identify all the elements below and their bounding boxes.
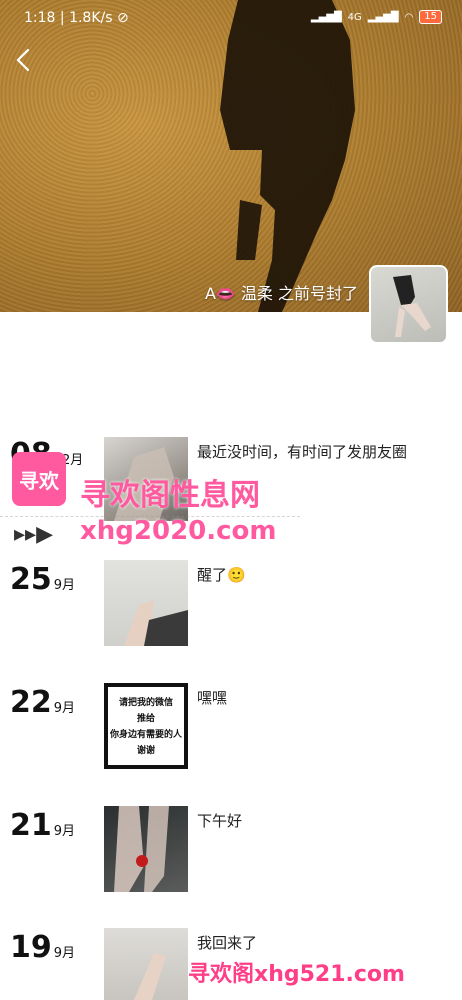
post-day: 19 xyxy=(10,930,52,965)
post-text: 最近没时间，有时间了发朋友圈 xyxy=(197,443,408,461)
post-month: 9月 xyxy=(53,578,76,593)
post-thumbnail[interactable] xyxy=(104,806,188,892)
watermark-arrow-icon: ▸▸▶ xyxy=(14,522,54,547)
watermark-site-title: 寻欢阁性息网 xyxy=(80,478,260,513)
profile-nickname: A👄 温柔 之前号封了 xyxy=(204,284,358,303)
post-thumbnail[interactable] xyxy=(104,928,188,1000)
post-day: 21 xyxy=(10,808,52,843)
watermark-bottom: 寻欢阁xhg521.com xyxy=(188,962,405,987)
signal-icon: ▂▄▆█ xyxy=(310,11,342,23)
post-text: 我回来了 xyxy=(197,934,258,952)
avatar[interactable] xyxy=(369,265,448,344)
post-thumbnail[interactable]: 请把我的微信 推给 你身边有需要的人 谢谢 xyxy=(104,683,188,769)
post-thumbnail[interactable] xyxy=(104,560,188,646)
mute-icon: ⊘ xyxy=(117,10,129,26)
post-text: 下午好 xyxy=(197,812,243,830)
status-speed: 1.8K/s xyxy=(69,10,113,26)
post-month: 9月 xyxy=(53,946,76,961)
watermark-url: xhg2020.com xyxy=(80,516,277,546)
post-month: 9月 xyxy=(53,824,76,839)
status-bar: 1:18 | 1.8K/s ⊘ ▂▄▆█ 4G ▂▄▆█ ◠ 15 xyxy=(0,0,462,36)
back-icon[interactable] xyxy=(12,46,36,74)
watermark-logo: 寻欢 xyxy=(12,452,66,506)
signal-label: 4G xyxy=(347,11,362,23)
wifi-icon: ◠ xyxy=(404,11,414,23)
divider xyxy=(0,516,300,517)
post-day: 25 xyxy=(10,562,52,597)
post-text: 醒了🙂 xyxy=(197,566,246,584)
battery-icon: 15 xyxy=(419,10,442,24)
post-month: 9月 xyxy=(53,701,76,716)
post-text: 嘿嘿 xyxy=(197,689,228,707)
signal-icon-2: ▂▄▆█ xyxy=(367,11,399,23)
post-day: 22 xyxy=(10,685,52,720)
status-time: 1:18 xyxy=(24,10,56,26)
